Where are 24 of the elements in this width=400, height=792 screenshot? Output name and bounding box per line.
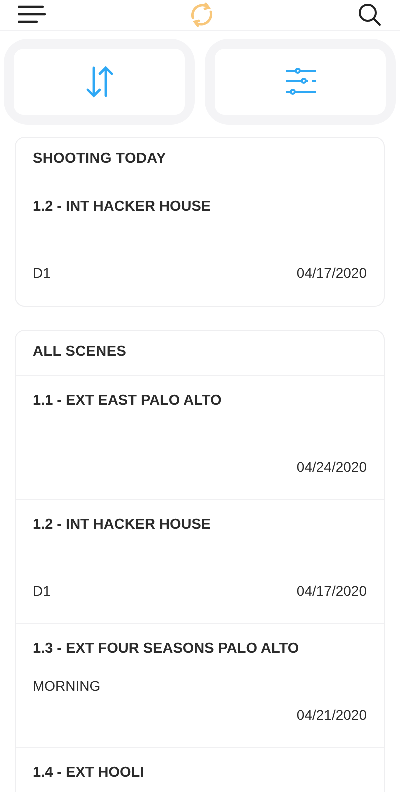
filter-button[interactable] — [215, 49, 386, 115]
scene-title: 1.2 - INT HACKER HOUSE — [33, 516, 212, 536]
day-label: D1 — [33, 264, 51, 282]
day-label: D1 — [33, 582, 51, 600]
section-title: SHOOTING TODAY — [33, 150, 166, 170]
sort-button[interactable] — [14, 49, 185, 115]
menu-icon[interactable] — [18, 5, 46, 25]
search-icon[interactable] — [358, 3, 382, 27]
scene-row[interactable]: 1.2 - INT HACKER HOUSE D1 04/17/2020 — [16, 182, 384, 306]
scene-date: 04/21/2020 — [296, 706, 367, 724]
scene-row[interactable]: 1.2 - INT HACKER HOUSE D1 04/17/2020 — [16, 499, 384, 623]
scene-title: 1.4 - EXT HOOLI — [33, 764, 144, 784]
scene-title: 1.3 - EXT FOUR SEASONS PALO ALTO — [33, 640, 300, 660]
scene-date: 04/17/2020 — [296, 582, 367, 600]
scene-row[interactable]: 1.1 - EXT EAST PALO ALTO 04/24/2020 — [16, 375, 384, 499]
scene-subtitle: MORNING — [33, 677, 101, 696]
scene-row[interactable]: 1.4 - EXT HOOLI — [16, 747, 384, 792]
scene-title: 1.1 - EXT EAST PALO ALTO — [33, 392, 222, 412]
section-title: ALL SCENES — [33, 343, 127, 362]
scene-date: 04/17/2020 — [296, 264, 367, 282]
sliders-icon — [284, 68, 316, 96]
scene-date: 04/24/2020 — [296, 458, 367, 476]
scene-row[interactable]: 1.3 - EXT FOUR SEASONS PALO ALTO MORNING 04/21/2020 — [16, 623, 384, 747]
scene-title: 1.2 - INT HACKER HOUSE — [33, 198, 212, 218]
